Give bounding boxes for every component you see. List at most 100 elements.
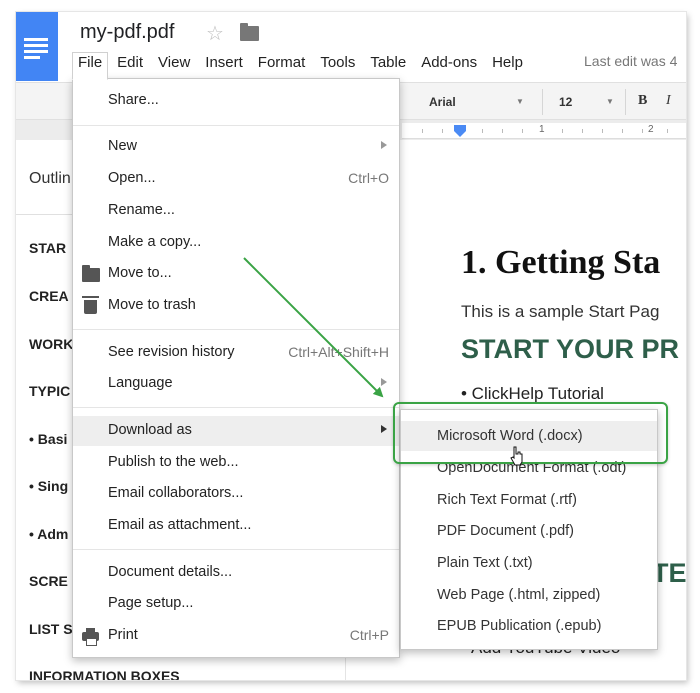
docs-logo-icon[interactable] (16, 12, 58, 81)
trash-icon (82, 296, 99, 314)
outline-item[interactable]: • Basi (29, 431, 67, 447)
doc-heading-1: 1. Getting Sta (461, 244, 661, 281)
menu-view[interactable]: View (152, 52, 196, 78)
download-rtf[interactable]: Rich Text Format (.rtf) (401, 485, 657, 515)
menu-item-download-as[interactable]: Download as (73, 416, 399, 446)
menu-item-label: Make a copy... (108, 234, 202, 250)
menu-item-share[interactable]: Share... (73, 86, 399, 116)
menu-item-label: Print (108, 627, 138, 643)
folder-icon (82, 265, 100, 282)
chevron-down-icon[interactable]: ▼ (606, 97, 614, 106)
menu-item-label: Email collaborators... (108, 485, 244, 501)
menu-item-email-attachment[interactable]: Email as attachment... (73, 511, 399, 541)
ruler-tick (602, 129, 603, 133)
menu-separator (73, 407, 399, 408)
download-epub[interactable]: EPUB Publication (.epub) (401, 611, 657, 641)
outline-title: Outlin (29, 170, 71, 187)
outline-item[interactable]: LIST S (29, 621, 73, 637)
menu-file[interactable]: File (72, 52, 109, 80)
folder-icon[interactable] (240, 23, 259, 41)
ruler[interactable]: 1 2 (402, 123, 686, 139)
download-html[interactable]: Web Page (.html, zipped) (401, 580, 657, 610)
toolbar-divider (625, 89, 626, 115)
bold-button[interactable]: B (638, 93, 647, 109)
star-icon[interactable]: ☆ (206, 21, 224, 46)
ruler-tick (422, 129, 423, 133)
font-family-select[interactable]: Arial (429, 95, 456, 109)
shortcut-label: Ctrl+O (348, 170, 389, 186)
menu-item-open[interactable]: Open... Ctrl+O (73, 164, 399, 194)
menu-item-language[interactable]: Language (73, 369, 399, 399)
italic-button[interactable]: I (666, 93, 671, 109)
menu-item-page-setup[interactable]: Page setup... (73, 589, 399, 619)
ruler-tick (667, 129, 668, 133)
menu-table[interactable]: Table (364, 52, 412, 78)
menu-item-label: Download as (108, 422, 192, 438)
download-txt[interactable]: Plain Text (.txt) (401, 548, 657, 578)
outline-item[interactable]: WORK (29, 336, 73, 352)
submenu-item-label: Plain Text (.txt) (437, 555, 533, 571)
printer-icon (82, 628, 99, 646)
menu-item-label: Share... (108, 92, 159, 108)
menu-addons[interactable]: Add-ons (415, 52, 483, 78)
submenu-arrow-icon (381, 425, 387, 433)
outline-item[interactable]: CREA (29, 288, 69, 304)
menu-item-print[interactable]: Print Ctrl+P (73, 621, 399, 651)
hand-cursor-icon (510, 446, 523, 466)
chevron-down-icon[interactable]: ▼ (516, 97, 524, 106)
menu-item-label: See revision history (108, 344, 235, 360)
menu-item-revision-history[interactable]: See revision history Ctrl+Alt+Shift+H (73, 338, 399, 368)
menu-item-rename[interactable]: Rename... (73, 196, 399, 226)
outline-item[interactable]: INFORMATION BOXES (29, 668, 180, 680)
font-size-select[interactable]: 12 (559, 95, 572, 109)
outline-item[interactable]: STAR (29, 240, 66, 256)
submenu-item-label: Rich Text Format (.rtf) (437, 492, 577, 508)
menu-item-move-to-trash[interactable]: Move to trash (73, 291, 399, 321)
menu-item-label: Publish to the web... (108, 454, 239, 470)
menu-tools[interactable]: Tools (314, 52, 361, 78)
ruler-tick (562, 129, 563, 133)
toolbar-divider (542, 89, 543, 115)
submenu-item-label: PDF Document (.pdf) (437, 523, 574, 539)
menu-separator (73, 329, 399, 330)
outline-item[interactable]: • Adm (29, 526, 68, 542)
menu-item-label: Email as attachment... (108, 517, 252, 533)
shortcut-label: Ctrl+Alt+Shift+H (288, 344, 389, 360)
menu-item-publish[interactable]: Publish to the web... (73, 448, 399, 478)
ruler-tick (582, 129, 583, 133)
outline-item[interactable]: TYPIC (29, 383, 70, 399)
menu-edit[interactable]: Edit (111, 52, 149, 78)
menu-separator (73, 125, 399, 126)
menu-item-new[interactable]: New (73, 132, 399, 162)
doc-heading-2: START YOUR PR (461, 334, 680, 364)
menu-item-label: Move to trash (108, 297, 196, 313)
outline-item[interactable]: SCRE (29, 573, 68, 589)
menu-item-move-to[interactable]: Move to... (73, 259, 399, 289)
menu-separator (73, 549, 399, 550)
menu-bar: File Edit View Insert Format Tools Table… (72, 52, 532, 80)
ruler-tick (622, 129, 623, 133)
menu-item-label: Move to... (108, 265, 172, 281)
outline-item[interactable]: • Sing (29, 478, 68, 494)
submenu-item-label: EPUB Publication (.epub) (437, 618, 602, 634)
menu-item-make-copy[interactable]: Make a copy... (73, 228, 399, 258)
menu-item-label: New (108, 138, 138, 154)
menu-item-label: Rename... (108, 202, 175, 218)
menu-item-document-details[interactable]: Document details... (73, 558, 399, 588)
menu-item-label: Document details... (108, 564, 233, 580)
indent-marker-icon[interactable] (454, 131, 466, 137)
menu-item-label: Language (108, 375, 173, 391)
menu-item-email-collaborators[interactable]: Email collaborators... (73, 479, 399, 509)
ruler-number: 1 (539, 124, 545, 135)
menu-insert[interactable]: Insert (199, 52, 249, 78)
menu-format[interactable]: Format (252, 52, 312, 78)
download-pdf[interactable]: PDF Document (.pdf) (401, 516, 657, 546)
document-title[interactable]: my-pdf.pdf (80, 21, 174, 44)
shortcut-label: Ctrl+P (349, 627, 389, 643)
doc-bullet: • ClickHelp Tutorial (461, 384, 604, 403)
menu-item-label: Open... (108, 170, 156, 186)
last-edit-link[interactable]: Last edit was 4 (584, 53, 677, 69)
ruler-number: 2 (648, 124, 654, 135)
ruler-tick (442, 129, 443, 133)
menu-help[interactable]: Help (486, 52, 529, 78)
